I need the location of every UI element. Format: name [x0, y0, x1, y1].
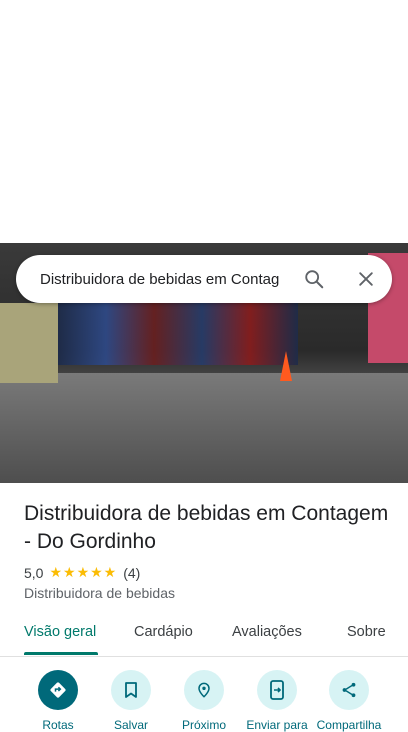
- directions-icon: [38, 670, 78, 710]
- nearby-label: Próximo: [181, 718, 226, 732]
- send-to-phone-button[interactable]: Enviar para: [237, 670, 317, 732]
- search-query[interactable]: Distribuidora de bebidas em Contag: [40, 271, 290, 288]
- share-label: Compartilha: [316, 718, 382, 732]
- nearby-button[interactable]: Próximo: [164, 670, 244, 732]
- bookmark-icon: [111, 670, 151, 710]
- close-icon[interactable]: [354, 267, 378, 291]
- directions-label: Rotas: [42, 718, 74, 732]
- place-category[interactable]: Distribuidora de bebidas: [24, 585, 175, 601]
- share-icon: [329, 670, 369, 710]
- rating-stars: ★★★★★: [49, 564, 118, 580]
- photo-wall: [0, 303, 58, 383]
- photo-traffic-cone: [280, 351, 292, 381]
- tab-overview[interactable]: Visão geral: [24, 624, 96, 640]
- tab-about[interactable]: Sobre: [347, 624, 386, 640]
- photo-road: [0, 373, 408, 483]
- place-tabs: Visão geral Cardápio Avaliações Sobre: [0, 612, 408, 657]
- action-bar: Rotas Salvar Próximo Enviar para Compart…: [0, 670, 408, 732]
- directions-button[interactable]: Rotas: [18, 670, 98, 732]
- send-to-phone-icon: [257, 670, 297, 710]
- rating-row[interactable]: 5,0 ★★★★★ (4): [24, 564, 140, 581]
- search-bar[interactable]: Distribuidora de bebidas em Contag: [16, 255, 392, 303]
- photo-storefront: [58, 303, 298, 365]
- place-title: Distribuidora de bebidas em Contagem - D…: [24, 502, 389, 553]
- save-button[interactable]: Salvar: [91, 670, 171, 732]
- search-icon[interactable]: [302, 267, 326, 291]
- tab-menu[interactable]: Cardápio: [134, 624, 193, 640]
- send-to-phone-label: Enviar para: [246, 718, 308, 732]
- tab-reviews[interactable]: Avaliações: [232, 624, 302, 640]
- nearby-icon: [184, 670, 224, 710]
- rating-value: 5,0: [24, 564, 44, 581]
- review-count: (4): [123, 564, 141, 581]
- active-tab-indicator: [24, 652, 98, 655]
- save-label: Salvar: [113, 718, 148, 732]
- share-button[interactable]: Compartilha: [309, 670, 389, 732]
